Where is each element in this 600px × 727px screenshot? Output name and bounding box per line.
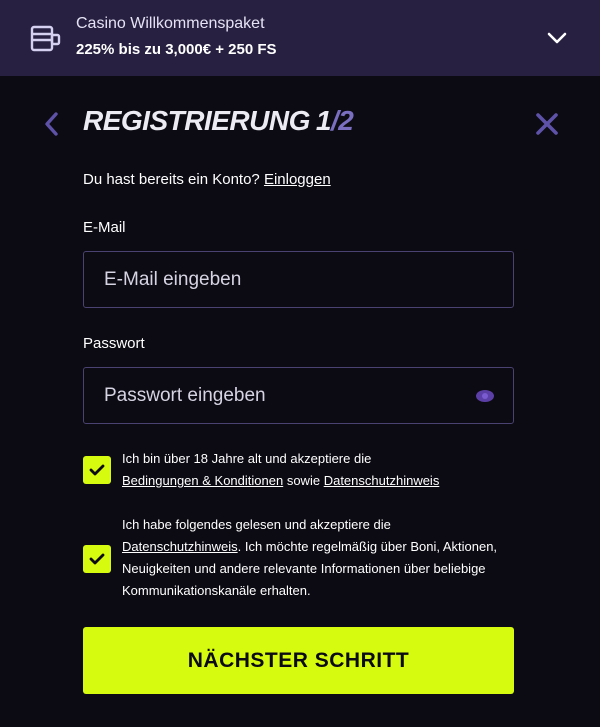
age-terms-consent-text: Ich bin über 18 Jahre alt und akzeptiere… xyxy=(122,448,512,492)
account-prompt-text: Du hast bereits ein Konto? xyxy=(83,171,260,188)
next-step-button[interactable]: NÄCHSTER SCHRITT xyxy=(83,627,514,694)
checkmark-icon xyxy=(89,553,105,565)
password-input[interactable] xyxy=(84,368,474,423)
privacy-notice-link-2[interactable]: Datenschutzhinweis xyxy=(122,539,238,554)
consent-1-text-2: sowie xyxy=(286,473,321,488)
terms-conditions-link[interactable]: Bedingungen & Konditionen xyxy=(122,473,283,488)
password-field-box xyxy=(83,367,514,424)
page-title: REGISTRIERUNG 1/2 xyxy=(83,105,354,137)
age-terms-checkbox[interactable] xyxy=(83,456,111,484)
step-current: 1 xyxy=(315,105,332,136)
consent-1-text-1: Ich bin über 18 Jahre alt und akzeptiere… xyxy=(122,451,372,466)
step-total: 2 xyxy=(338,105,354,136)
password-label: Passwort xyxy=(83,335,145,352)
welcome-package-banner[interactable]: Casino Willkommenspaket 225% bis zu 3,00… xyxy=(0,0,600,76)
consent-2-text-1: Ich habe folgendes gelesen und akzeptier… xyxy=(122,517,391,532)
close-icon[interactable] xyxy=(533,110,561,138)
existing-account-prompt: Du hast bereits ein Konto? Einloggen xyxy=(83,171,331,188)
banner-title: Casino Willkommenspaket xyxy=(76,15,265,32)
checkmark-icon xyxy=(89,464,105,476)
privacy-notice-link[interactable]: Datenschutzhinweis xyxy=(324,473,440,488)
email-input[interactable] xyxy=(84,252,474,307)
banner-offer: 225% bis zu 3,000€ + 250 FS xyxy=(76,41,277,58)
title-text: REGISTRIERUNG xyxy=(83,105,310,136)
bonus-card-icon xyxy=(30,23,62,53)
chevron-down-icon[interactable] xyxy=(546,29,568,47)
marketing-consent-checkbox[interactable] xyxy=(83,545,111,573)
email-field-box xyxy=(83,251,514,308)
email-label: E-Mail xyxy=(83,219,126,236)
show-password-eye-icon[interactable] xyxy=(476,390,494,402)
marketing-consent-text: Ich habe folgendes gelesen und akzeptier… xyxy=(122,514,512,602)
back-arrow-icon[interactable] xyxy=(40,110,64,138)
login-link[interactable]: Einloggen xyxy=(264,171,331,188)
